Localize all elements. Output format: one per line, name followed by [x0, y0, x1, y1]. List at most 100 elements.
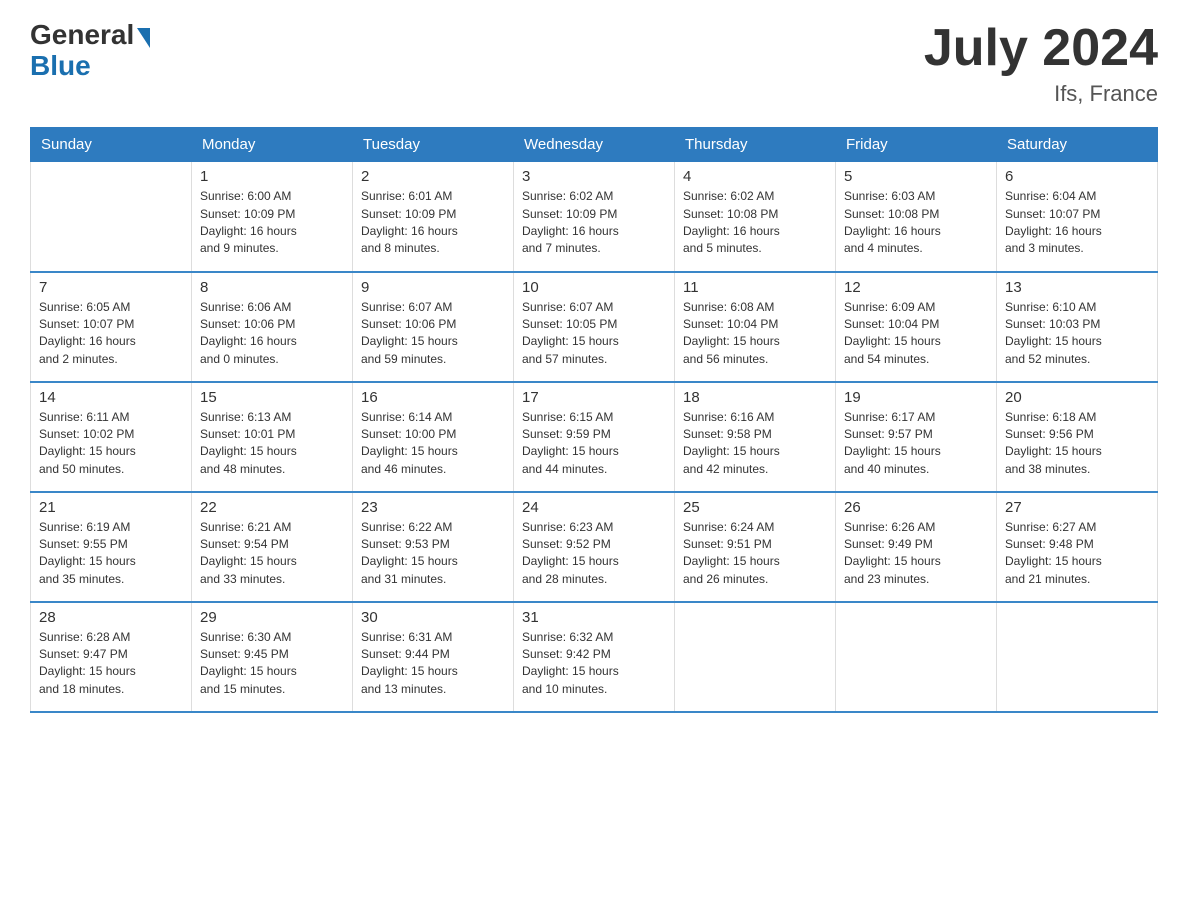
day-info: Sunrise: 6:31 AM Sunset: 9:44 PM Dayligh…: [361, 629, 505, 699]
weekday-header-saturday: Saturday: [997, 128, 1158, 162]
calendar-cell: [675, 602, 836, 712]
calendar-cell: [836, 602, 997, 712]
calendar-cell: 22Sunrise: 6:21 AM Sunset: 9:54 PM Dayli…: [192, 492, 353, 602]
day-number: 27: [1005, 499, 1149, 516]
day-number: 3: [522, 168, 666, 185]
day-info: Sunrise: 6:21 AM Sunset: 9:54 PM Dayligh…: [200, 519, 344, 589]
day-number: 12: [844, 279, 988, 296]
logo-general: General: [30, 19, 134, 50]
day-info: Sunrise: 6:00 AM Sunset: 10:09 PM Daylig…: [200, 188, 344, 258]
day-info: Sunrise: 6:13 AM Sunset: 10:01 PM Daylig…: [200, 409, 344, 479]
calendar-cell: 25Sunrise: 6:24 AM Sunset: 9:51 PM Dayli…: [675, 492, 836, 602]
day-info: Sunrise: 6:02 AM Sunset: 10:08 PM Daylig…: [683, 188, 827, 258]
calendar-cell: 12 Sunrise: 6:09 AM Sunset: 10:04 PM Dayl…: [836, 272, 997, 382]
day-info: Sunrise: 6:27 AM Sunset: 9:48 PM Dayligh…: [1005, 519, 1149, 589]
day-info: Sunrise: 6:08 AM Sunset: 10:04 PM Daylig…: [683, 299, 827, 369]
day-info: Sunrise: 6:30 AM Sunset: 9:45 PM Dayligh…: [200, 629, 344, 699]
logo-triangle-icon: [137, 28, 150, 48]
calendar-cell: 29 Sunrise: 6:30 AM Sunset: 9:45 PM Dayli…: [192, 602, 353, 712]
calendar-cell: 9 Sunrise: 6:07 AM Sunset: 10:06 PM Dayli…: [353, 272, 514, 382]
day-info: Sunrise: 6:05 AM Sunset: 10:07 PM Daylig…: [39, 299, 183, 369]
calendar-week-row: 21 Sunrise: 6:19 AM Sunset: 9:55 PM Dayli…: [31, 492, 1158, 602]
day-info: Sunrise: 6:18 AM Sunset: 9:56 PM Dayligh…: [1005, 409, 1149, 479]
day-info: Sunrise: 6:28 AM Sunset: 9:47 PM Dayligh…: [39, 629, 183, 699]
day-info: Sunrise: 6:03 AM Sunset: 10:08 PM Daylig…: [844, 188, 988, 258]
calendar-cell: 27 Sunrise: 6:27 AM Sunset: 9:48 PM Dayli…: [997, 492, 1158, 602]
calendar-cell: 31 Sunrise: 6:32 AM Sunset: 9:42 PM Dayli…: [514, 602, 675, 712]
calendar-cell: 16 Sunrise: 6:14 AM Sunset: 10:00 PM Dayl…: [353, 382, 514, 492]
weekday-header-thursday: Thursday: [675, 128, 836, 162]
calendar-cell: 19Sunrise: 6:17 AM Sunset: 9:57 PM Dayli…: [836, 382, 997, 492]
day-number: 7: [39, 279, 183, 296]
day-number: 30: [361, 609, 505, 626]
calendar-title: July 2024: [924, 20, 1158, 77]
calendar-week-row: 14Sunrise: 6:11 AM Sunset: 10:02 PM Dayl…: [31, 382, 1158, 492]
calendar-cell: 4Sunrise: 6:02 AM Sunset: 10:08 PM Dayli…: [675, 162, 836, 272]
day-info: Sunrise: 6:15 AM Sunset: 9:59 PM Dayligh…: [522, 409, 666, 479]
calendar-week-row: 28 Sunrise: 6:28 AM Sunset: 9:47 PM Dayli…: [31, 602, 1158, 712]
weekday-header-wednesday: Wednesday: [514, 128, 675, 162]
calendar-cell: 3 Sunrise: 6:02 AM Sunset: 10:09 PM Dayli…: [514, 162, 675, 272]
day-number: 10: [522, 279, 666, 296]
day-info: Sunrise: 6:07 AM Sunset: 10:06 PM Daylig…: [361, 299, 505, 369]
calendar-cell: 24 Sunrise: 6:23 AM Sunset: 9:52 PM Dayli…: [514, 492, 675, 602]
day-info: Sunrise: 6:14 AM Sunset: 10:00 PM Daylig…: [361, 409, 505, 479]
day-number: 31: [522, 609, 666, 626]
day-number: 21: [39, 499, 183, 516]
day-number: 6: [1005, 168, 1149, 185]
logo-text: General Blue: [30, 20, 150, 82]
weekday-header-friday: Friday: [836, 128, 997, 162]
day-info: Sunrise: 6:02 AM Sunset: 10:09 PM Daylig…: [522, 188, 666, 258]
day-number: 16: [361, 389, 505, 406]
day-info: Sunrise: 6:32 AM Sunset: 9:42 PM Dayligh…: [522, 629, 666, 699]
title-block: July 2024 Ifs, France: [924, 20, 1158, 107]
day-number: 17: [522, 389, 666, 406]
weekday-header-monday: Monday: [192, 128, 353, 162]
day-info: Sunrise: 6:10 AM Sunset: 10:03 PM Daylig…: [1005, 299, 1149, 369]
day-number: 23: [361, 499, 505, 516]
logo-blue: Blue: [30, 50, 91, 81]
day-number: 1: [200, 168, 344, 185]
calendar-cell: 2Sunrise: 6:01 AM Sunset: 10:09 PM Dayli…: [353, 162, 514, 272]
calendar-cell: 10 Sunrise: 6:07 AM Sunset: 10:05 PM Dayl…: [514, 272, 675, 382]
day-number: 28: [39, 609, 183, 626]
calendar-cell: 21 Sunrise: 6:19 AM Sunset: 9:55 PM Dayli…: [31, 492, 192, 602]
calendar-cell: 15Sunrise: 6:13 AM Sunset: 10:01 PM Dayl…: [192, 382, 353, 492]
day-info: Sunrise: 6:16 AM Sunset: 9:58 PM Dayligh…: [683, 409, 827, 479]
calendar-cell: 14Sunrise: 6:11 AM Sunset: 10:02 PM Dayl…: [31, 382, 192, 492]
calendar-week-row: 1 Sunrise: 6:00 AM Sunset: 10:09 PM Dayli…: [31, 162, 1158, 272]
calendar-cell: 18Sunrise: 6:16 AM Sunset: 9:58 PM Dayli…: [675, 382, 836, 492]
calendar-cell: 1 Sunrise: 6:00 AM Sunset: 10:09 PM Dayli…: [192, 162, 353, 272]
calendar-header: SundayMondayTuesdayWednesdayThursdayFrid…: [31, 128, 1158, 162]
day-number: 11: [683, 279, 827, 296]
logo: General Blue: [30, 20, 150, 82]
calendar-cell: 30 Sunrise: 6:31 AM Sunset: 9:44 PM Dayli…: [353, 602, 514, 712]
calendar-cell: 8Sunrise: 6:06 AM Sunset: 10:06 PM Dayli…: [192, 272, 353, 382]
weekday-header-sunday: Sunday: [31, 128, 192, 162]
calendar-cell: 23Sunrise: 6:22 AM Sunset: 9:53 PM Dayli…: [353, 492, 514, 602]
day-number: 19: [844, 389, 988, 406]
calendar-cell: 17 Sunrise: 6:15 AM Sunset: 9:59 PM Dayli…: [514, 382, 675, 492]
day-info: Sunrise: 6:04 AM Sunset: 10:07 PM Daylig…: [1005, 188, 1149, 258]
day-number: 9: [361, 279, 505, 296]
day-info: Sunrise: 6:23 AM Sunset: 9:52 PM Dayligh…: [522, 519, 666, 589]
day-info: Sunrise: 6:01 AM Sunset: 10:09 PM Daylig…: [361, 188, 505, 258]
day-info: Sunrise: 6:09 AM Sunset: 10:04 PM Daylig…: [844, 299, 988, 369]
day-info: Sunrise: 6:26 AM Sunset: 9:49 PM Dayligh…: [844, 519, 988, 589]
calendar-cell: 7 Sunrise: 6:05 AM Sunset: 10:07 PM Dayli…: [31, 272, 192, 382]
day-info: Sunrise: 6:19 AM Sunset: 9:55 PM Dayligh…: [39, 519, 183, 589]
calendar-table: SundayMondayTuesdayWednesdayThursdayFrid…: [30, 127, 1158, 713]
calendar-body: 1 Sunrise: 6:00 AM Sunset: 10:09 PM Dayli…: [31, 162, 1158, 712]
calendar-cell: 11 Sunrise: 6:08 AM Sunset: 10:04 PM Dayl…: [675, 272, 836, 382]
day-number: 29: [200, 609, 344, 626]
day-info: Sunrise: 6:24 AM Sunset: 9:51 PM Dayligh…: [683, 519, 827, 589]
day-number: 14: [39, 389, 183, 406]
day-info: Sunrise: 6:07 AM Sunset: 10:05 PM Daylig…: [522, 299, 666, 369]
calendar-cell: 6 Sunrise: 6:04 AM Sunset: 10:07 PM Dayli…: [997, 162, 1158, 272]
day-number: 24: [522, 499, 666, 516]
day-number: 5: [844, 168, 988, 185]
calendar-cell: 13Sunrise: 6:10 AM Sunset: 10:03 PM Dayl…: [997, 272, 1158, 382]
day-number: 26: [844, 499, 988, 516]
day-number: 8: [200, 279, 344, 296]
calendar-cell: 20Sunrise: 6:18 AM Sunset: 9:56 PM Dayli…: [997, 382, 1158, 492]
